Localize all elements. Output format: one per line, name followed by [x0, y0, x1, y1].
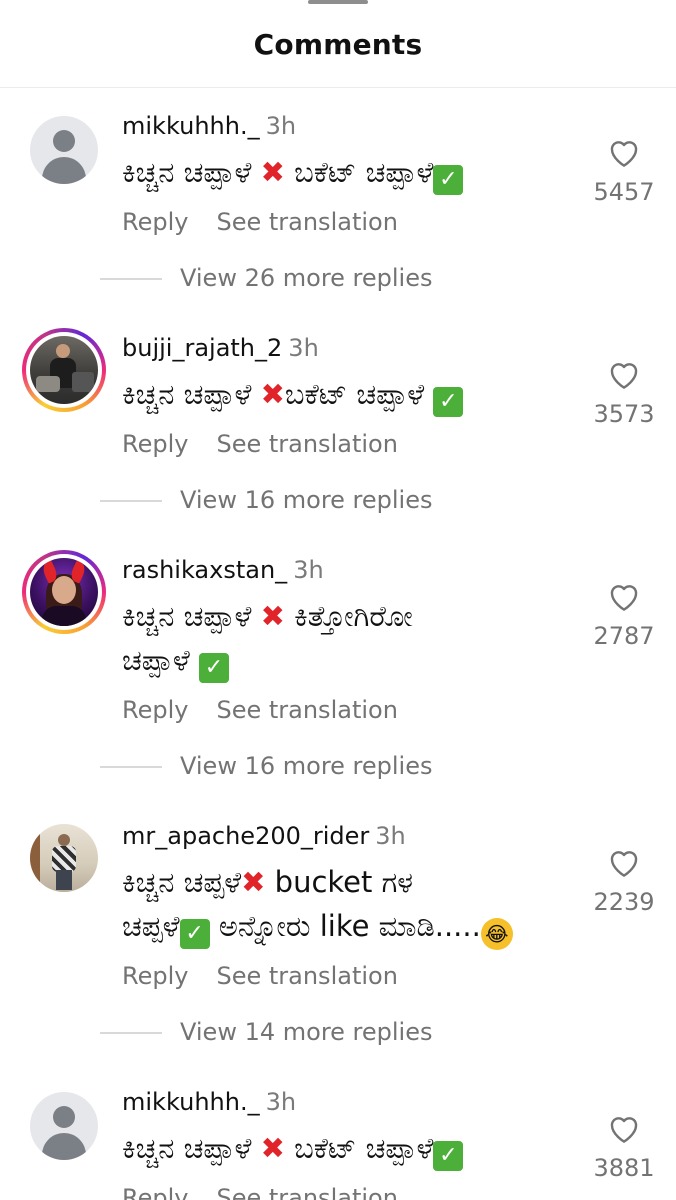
avatar	[30, 336, 98, 404]
like-count: 5457	[593, 178, 655, 206]
comment-text: ಕಿಚ್ಚನ ಚಪ್ಪಾಳೆ ✖ ಬಕೆಟ್ ಚಪ್ಪಾಳೆ ✓	[122, 1126, 582, 1171]
reply-button[interactable]: Reply	[122, 430, 188, 458]
comments-sheet: Comments mikkuhhh._ 3h ಕಿಚ್ಚನ ಚಪ್ಪಾಳೆ ✖ ಬ…	[0, 0, 676, 1200]
comment-text: ಕಿಚ್ಚನ ಚಪ್ಪಾಳೆ ✖ ಕಿತ್ತೋಗಿರೋ ಚಪ್ಪಾಳೆ ✓	[122, 594, 582, 683]
like-count: 3573	[593, 400, 655, 428]
heart-outline-icon	[610, 1117, 638, 1143]
default-user-icon	[53, 130, 75, 152]
avatar[interactable]	[30, 1092, 98, 1160]
cross-mark-icon: ✖	[241, 865, 266, 899]
heart-outline-icon	[610, 363, 638, 389]
like-button[interactable]: 2239	[586, 848, 662, 916]
cross-mark-icon: ✖	[260, 377, 285, 411]
comment-text: ಕಿಚ್ಚನ ಚಪ್ಪಾಳೆ ✖ ಬಕೆಟ್ ಚಪ್ಪಾಳೆ ✓	[122, 150, 582, 195]
like-count: 3881	[593, 1154, 655, 1182]
laughing-emoji-icon: 😂	[480, 918, 513, 950]
check-mark-icon: ✓	[433, 1141, 464, 1171]
comment-text: ಕಿಚ್ಚನ ಚಪ್ಪಳೆ✖ bucket ಗಳ ಚಪ್ಪಳೆ ✓ ಅನ್ನೋರು…	[122, 860, 582, 950]
comment-text: ಕಿಚ್ಚನ ಚಪ್ಪಾಳೆ ✖ಬಕೆಟ್ ಚಪ್ಪಾಳೆ ✓	[122, 372, 582, 417]
avatar[interactable]	[30, 824, 98, 892]
username[interactable]: rashikaxstan_	[122, 556, 287, 584]
heart-outline-icon	[610, 141, 638, 167]
see-translation-button[interactable]: See translation	[216, 1184, 397, 1200]
like-button[interactable]: 3573	[586, 360, 662, 428]
username[interactable]: mikkuhhh._	[122, 112, 260, 140]
username[interactable]: bujji_rajath_2	[122, 334, 282, 362]
cross-mark-icon: ✖	[260, 599, 285, 633]
sheet-header: Comments	[0, 0, 676, 88]
like-count: 2787	[593, 622, 655, 650]
check-mark-icon: ✓	[433, 165, 464, 195]
see-translation-button[interactable]: See translation	[216, 962, 397, 990]
reply-button[interactable]: Reply	[122, 962, 188, 990]
reply-button[interactable]: Reply	[122, 208, 188, 236]
default-user-icon	[53, 1106, 75, 1128]
comment-time: 3h	[265, 112, 297, 140]
cross-mark-icon: ✖	[260, 155, 285, 189]
story-avatar[interactable]	[22, 550, 106, 634]
see-translation-button[interactable]: See translation	[216, 430, 397, 458]
check-mark-icon: ✓	[433, 387, 464, 417]
heart-outline-icon	[610, 851, 638, 877]
reply-button[interactable]: Reply	[122, 696, 188, 724]
like-button[interactable]: 5457	[586, 138, 662, 206]
username[interactable]: mr_apache200_rider	[122, 822, 369, 850]
comment-time: 3h	[288, 334, 319, 362]
check-mark-icon: ✓	[199, 653, 229, 683]
page-title: Comments	[253, 28, 423, 61]
like-button[interactable]: 2787	[586, 582, 662, 650]
avatar	[30, 558, 98, 626]
like-button[interactable]: 3881	[586, 1114, 662, 1182]
see-translation-button[interactable]: See translation	[216, 208, 397, 236]
check-mark-icon: ✓	[179, 919, 210, 949]
reply-button[interactable]: Reply	[122, 1184, 188, 1200]
comment-time: 3h	[293, 556, 324, 584]
cross-mark-icon: ✖	[260, 1131, 285, 1165]
heart-outline-icon	[610, 585, 638, 611]
like-count: 2239	[593, 888, 655, 916]
username[interactable]: mikkuhhh._	[122, 1088, 260, 1116]
story-avatar[interactable]	[22, 328, 106, 412]
see-translation-button[interactable]: See translation	[216, 696, 397, 724]
avatar[interactable]	[30, 116, 98, 184]
comment-time: 3h	[375, 822, 406, 850]
comment-time: 3h	[265, 1088, 297, 1116]
